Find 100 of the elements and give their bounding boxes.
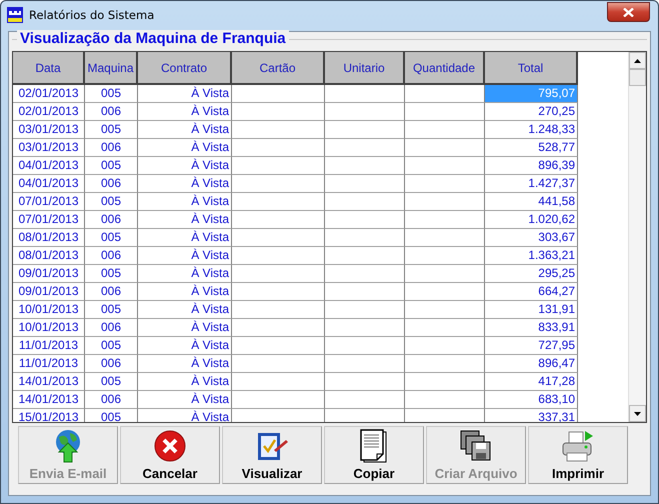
up-arrow-icon xyxy=(634,58,642,62)
window-title: Relatórios do Sistema xyxy=(29,8,156,22)
close-icon xyxy=(623,8,634,16)
table-cell: 303,67 xyxy=(485,229,578,247)
table-cell: 006 xyxy=(85,175,138,193)
toolbar-button[interactable]: Cancelar xyxy=(120,426,220,484)
table-cell: À Vista xyxy=(138,139,232,157)
table-cell: 417,28 xyxy=(485,373,578,391)
down-arrow-icon xyxy=(634,412,642,416)
table-cell: 795,07 xyxy=(485,85,578,103)
table-cell: 03/01/2013 xyxy=(13,139,85,157)
table-cell: 006 xyxy=(85,247,138,265)
table-cell: 07/01/2013 xyxy=(13,193,85,211)
table-cell: À Vista xyxy=(138,283,232,301)
table-cell: 006 xyxy=(85,139,138,157)
table-cell: 08/01/2013 xyxy=(13,229,85,247)
table-cell: 08/01/2013 xyxy=(13,247,85,265)
table-cell: À Vista xyxy=(138,391,232,409)
scrollbar[interactable] xyxy=(628,52,646,422)
scroll-thumb[interactable] xyxy=(629,69,646,86)
table-cell: À Vista xyxy=(138,355,232,373)
column-header[interactable]: Cartão xyxy=(232,52,325,85)
table-cell: À Vista xyxy=(138,175,232,193)
table-cell: 14/01/2013 xyxy=(13,391,85,409)
table-cell: 02/01/2013 xyxy=(13,85,85,103)
table-cell: 131,91 xyxy=(485,301,578,319)
table-cell: À Vista xyxy=(138,265,232,283)
table-cell: À Vista xyxy=(138,319,232,337)
table-cell: 10/01/2013 xyxy=(13,319,85,337)
table-cell: 727,95 xyxy=(485,337,578,355)
table-cell: 664,27 xyxy=(485,283,578,301)
scroll-down-button[interactable] xyxy=(629,405,646,422)
table-cell: 006 xyxy=(85,319,138,337)
table-cell: 833,91 xyxy=(485,319,578,337)
table-cell: 006 xyxy=(85,391,138,409)
globe-arrow-icon xyxy=(53,429,83,463)
table-cell: 006 xyxy=(85,355,138,373)
table-cell: 14/01/2013 xyxy=(13,373,85,391)
table-cell: 07/01/2013 xyxy=(13,211,85,229)
scroll-up-button[interactable] xyxy=(629,52,646,69)
app-icon xyxy=(7,7,23,23)
printer-icon xyxy=(561,430,595,462)
floppy-disks-icon xyxy=(460,430,492,462)
table-cell: À Vista xyxy=(138,229,232,247)
table-cell: 03/01/2013 xyxy=(13,121,85,139)
table-cell: 005 xyxy=(85,157,138,175)
table-cell: 04/01/2013 xyxy=(13,175,85,193)
table-cell: À Vista xyxy=(138,211,232,229)
table-cell: 005 xyxy=(85,85,138,103)
toolbar-button[interactable]: Visualizar xyxy=(222,426,322,484)
column-header[interactable]: Unitario xyxy=(325,52,405,85)
table-cell: 005 xyxy=(85,373,138,391)
column-header[interactable]: Contrato xyxy=(138,52,232,85)
table-cell: À Vista xyxy=(138,337,232,355)
column-header[interactable]: Quantidade xyxy=(405,52,485,85)
table-cell: À Vista xyxy=(138,373,232,391)
table-cell: 02/01/2013 xyxy=(13,103,85,121)
table-cell: 11/01/2013 xyxy=(13,355,85,373)
table-cell: 1.248,33 xyxy=(485,121,578,139)
table-cell: 441,58 xyxy=(485,193,578,211)
table-cell: 04/01/2013 xyxy=(13,157,85,175)
table-cell: À Vista xyxy=(138,157,232,175)
table-cell: 1.363,21 xyxy=(485,247,578,265)
document-icon xyxy=(359,429,389,463)
table-cell: À Vista xyxy=(138,301,232,319)
table-cell: 270,25 xyxy=(485,103,578,121)
table-cell: 11/01/2013 xyxy=(13,337,85,355)
table-cell: 528,77 xyxy=(485,139,578,157)
column-header[interactable]: Total xyxy=(485,52,578,85)
table-cell: À Vista xyxy=(138,193,232,211)
table-cell: 005 xyxy=(85,229,138,247)
table-cell: 005 xyxy=(85,265,138,283)
table-cell: 1.427,37 xyxy=(485,175,578,193)
table-cell: 896,39 xyxy=(485,157,578,175)
table-cell: 005 xyxy=(85,193,138,211)
table-cell: 09/01/2013 xyxy=(13,265,85,283)
table-cell: 1.020,62 xyxy=(485,211,578,229)
column-header[interactable]: Maquina xyxy=(85,52,138,85)
table-cell: 896,47 xyxy=(485,355,578,373)
cancel-icon xyxy=(154,430,186,462)
table-cell: 10/01/2013 xyxy=(13,301,85,319)
table-cell: 005 xyxy=(85,301,138,319)
table-cell: À Vista xyxy=(138,85,232,103)
table-cell: 006 xyxy=(85,283,138,301)
toolbar-button[interactable]: Imprimir xyxy=(528,426,628,484)
close-button[interactable] xyxy=(607,2,650,22)
table-cell: 006 xyxy=(85,211,138,229)
table-cell: 006 xyxy=(85,103,138,121)
toolbar-button[interactable]: Copiar xyxy=(324,426,424,484)
table-cell: 09/01/2013 xyxy=(13,283,85,301)
table-cell: À Vista xyxy=(138,247,232,265)
clipboard-check-icon xyxy=(256,430,288,462)
table-cell: 005 xyxy=(85,121,138,139)
table-cell: À Vista xyxy=(138,103,232,121)
table-cell: À Vista xyxy=(138,121,232,139)
column-header[interactable]: Data xyxy=(13,52,85,85)
table-cell: 295,25 xyxy=(485,265,578,283)
table-cell: 683,10 xyxy=(485,391,578,409)
group-title: Visualização da Maquina de Franquia xyxy=(17,30,289,48)
table-cell: 005 xyxy=(85,337,138,355)
